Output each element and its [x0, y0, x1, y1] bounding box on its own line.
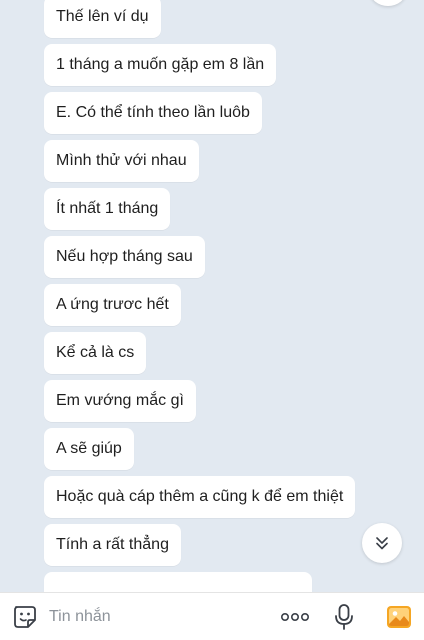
message-list: Thế lên ví dụ 1 tháng a muốn gặp em 8 lầ… — [44, 0, 356, 592]
voice-button[interactable] — [333, 603, 355, 631]
message-bubble[interactable]: Tính a rất thẳng — [44, 524, 181, 566]
chat-area[interactable]: Thế lên ví dụ 1 tháng a muốn gặp em 8 lầ… — [0, 0, 424, 592]
message-row: Tính a rất thẳng — [44, 524, 355, 572]
message-row: Hoặc quà cáp thêm a cũng k để em thiệt — [44, 476, 356, 524]
image-gallery-icon — [387, 606, 411, 628]
message-bubble[interactable]: E. Có thể tính theo lần luôb — [44, 92, 262, 134]
message-bubble[interactable]: A sẽ giúp — [44, 428, 134, 470]
message-row: Kể cả là cs — [44, 332, 355, 380]
message-row: Ít nhất 1 tháng — [44, 188, 355, 236]
message-bubble[interactable]: Em vướng mắc gì — [44, 380, 196, 422]
composer-bar: Tin nhắn — [0, 592, 424, 640]
message-bubble[interactable]: Mình thử với nhau — [44, 140, 199, 182]
chevron-double-down-icon — [376, 537, 388, 550]
message-input[interactable]: Tin nhắn — [49, 593, 111, 640]
message-row — [44, 572, 355, 592]
scroll-to-bottom-button[interactable] — [362, 523, 402, 563]
partial-floating-button[interactable] — [370, 0, 406, 6]
more-button[interactable] — [280, 605, 310, 629]
sticker-button[interactable] — [11, 603, 39, 631]
sticker-icon — [14, 606, 36, 628]
message-row: E. Có thể tính theo lần luôb — [44, 92, 355, 140]
message-row: A sẽ giúp — [44, 428, 355, 476]
message-bubble[interactable]: 1 tháng a muốn gặp em 8 lần — [44, 44, 277, 86]
message-row: Mình thử với nhau — [44, 140, 355, 188]
message-row: Nếu hợp tháng sau — [44, 236, 355, 284]
message-bubble[interactable]: Thế lên ví dụ — [44, 0, 161, 38]
more-icon — [280, 613, 309, 622]
message-bubble[interactable]: Nếu hợp tháng sau — [44, 236, 205, 278]
gallery-button[interactable] — [385, 603, 413, 631]
message-row: A ứng trươc hết — [44, 284, 355, 332]
message-row: Em vướng mắc gì — [44, 380, 355, 428]
message-bubble[interactable]: A ứng trươc hết — [44, 284, 181, 326]
message-bubble[interactable]: Ít nhất 1 tháng — [44, 188, 171, 230]
microphone-icon — [335, 604, 353, 630]
message-bubble-partial[interactable] — [44, 572, 312, 592]
message-bubble[interactable]: Kể cả là cs — [44, 332, 147, 374]
message-bubble[interactable]: Hoặc quà cáp thêm a cũng k để em thiệt — [44, 476, 356, 518]
message-row: 1 tháng a muốn gặp em 8 lần — [44, 44, 355, 92]
message-row: Thế lên ví dụ — [44, 0, 355, 44]
